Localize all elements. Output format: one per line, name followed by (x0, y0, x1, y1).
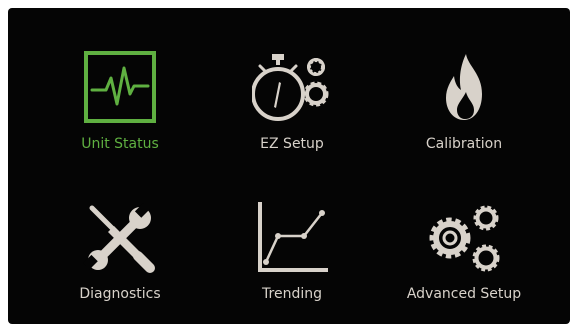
main-menu-screen: Unit Status EZ Setup Calibration Diagnos… (8, 8, 570, 324)
menu-item-trending[interactable]: Trending (217, 198, 367, 318)
gears-icon (424, 198, 504, 278)
tools-icon (80, 198, 160, 278)
line-graph-icon (252, 198, 332, 278)
menu-item-label: Unit Status (81, 136, 159, 152)
pulse-monitor-icon (80, 48, 160, 128)
menu-item-label: Diagnostics (79, 286, 161, 302)
menu-item-diagnostics[interactable]: Diagnostics (45, 198, 195, 318)
flame-icon (424, 48, 504, 128)
menu-item-advanced-setup[interactable]: Advanced Setup (389, 198, 539, 318)
stopwatch-gears-icon (252, 48, 332, 128)
menu-item-calibration[interactable]: Calibration (389, 48, 539, 168)
menu-item-label: EZ Setup (260, 136, 324, 152)
menu-item-label: Advanced Setup (406, 286, 522, 302)
menu-item-unit-status[interactable]: Unit Status (45, 48, 195, 168)
menu-item-ez-setup[interactable]: EZ Setup (217, 48, 367, 168)
menu-item-label: Trending (262, 286, 322, 302)
menu-item-label: Calibration (425, 136, 503, 152)
